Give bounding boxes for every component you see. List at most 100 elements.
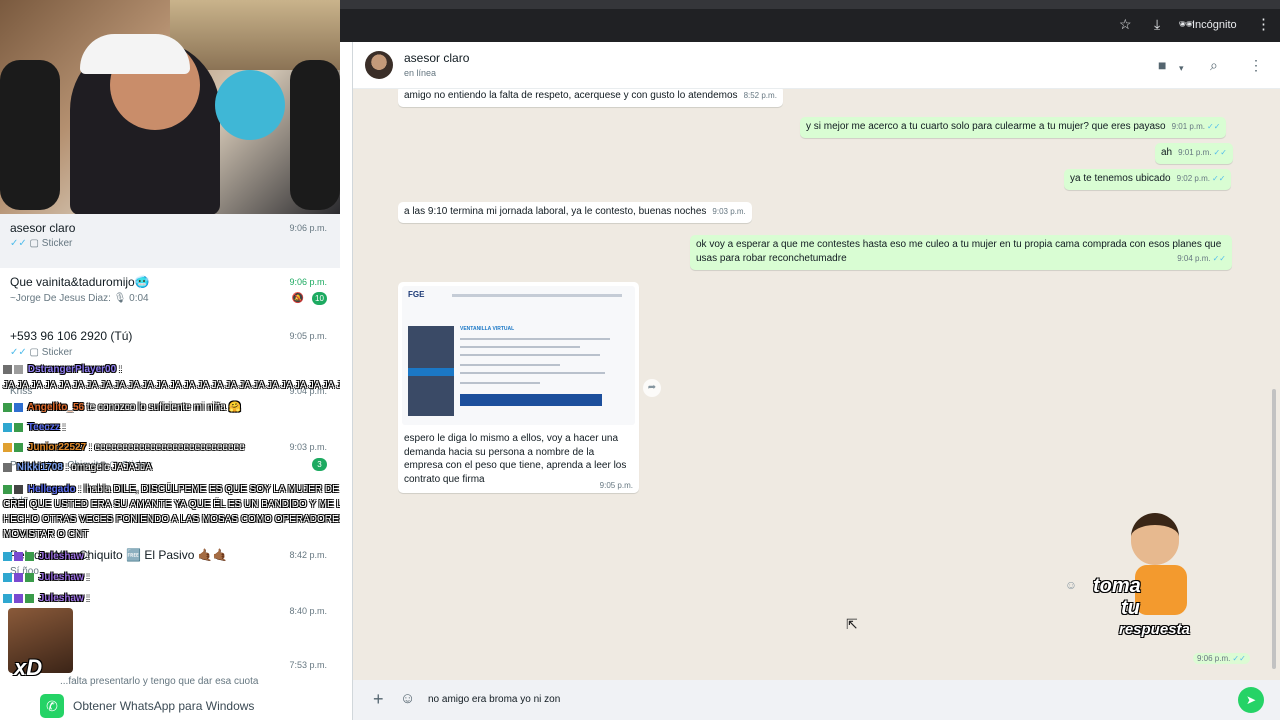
chat-item-pelado[interactable]: 9:03 p.m. Pelado Wbo Chiquito: ▢ Sticker…: [0, 430, 340, 484]
forward-icon[interactable]: ➦: [643, 379, 661, 397]
read-ticks-icon: ✓✓: [1232, 654, 1246, 663]
chat-time: 7:53 p.m.: [289, 660, 327, 670]
message-outgoing[interactable]: y si mejor me acerco a tu cuarto solo pa…: [800, 117, 1227, 138]
stream-chat-line: JA JA JA JA JA JA JA JA JA JA JA JA JA J…: [3, 380, 363, 391]
fge-logo: FGE: [408, 290, 425, 299]
message-outgoing[interactable]: ah 9:01 p.m. ✓✓: [1155, 143, 1233, 164]
conversation-header[interactable]: asesor claro en línea ■ ▾ ⌕ ⋮: [353, 42, 1280, 89]
sticker-text: toma: [1093, 575, 1141, 597]
get-whatsapp-label: Obtener WhatsApp para Windows: [73, 699, 255, 713]
webcam-overlay: [0, 0, 340, 214]
emoji-reaction-icon[interactable]: ☺: [1063, 577, 1079, 593]
incognito-indicator[interactable]: 🕶Incógnito: [1178, 16, 1237, 33]
chat-preview: ...falta presentarlo y tengo que dar esa…: [60, 676, 259, 687]
contact-status: en línea: [404, 68, 437, 78]
chat-item-asesor-claro[interactable]: asesor claro 9:06 p.m. ✓✓ ▢ Sticker: [0, 214, 340, 268]
chat-time: 9:06 p.m.: [289, 277, 327, 287]
get-whatsapp-windows-link[interactable]: ✆ Obtener WhatsApp para Windows: [0, 690, 340, 720]
message-area[interactable]: amigo no entiendo la falta de respeto, a…: [353, 89, 1280, 680]
stream-chat-line: Juleshaw :: [3, 593, 89, 604]
stream-chat-line: Juleshaw :: [3, 572, 89, 583]
stream-chat-line: Juleshaw :: [3, 551, 89, 562]
stream-chat-line: Junior22527 : eeeeeeeeeeeeeeeeeeeeeeeeee…: [3, 442, 245, 453]
attach-plus-icon[interactable]: +: [373, 689, 384, 710]
chat-name: asesor claro: [10, 221, 76, 235]
badge-icon: [14, 442, 23, 452]
badge-icon: [3, 484, 12, 494]
send-icon: ➤: [1245, 693, 1257, 707]
read-ticks-icon: ✓✓: [1213, 148, 1227, 157]
contact-avatar[interactable]: [365, 51, 393, 79]
message-incoming[interactable]: a las 9:10 termina mi jornada laboral, y…: [398, 202, 752, 223]
search-icon[interactable]: ⌕: [1210, 57, 1218, 73]
muted-icon: 🔕: [291, 293, 304, 304]
mouse-cursor-icon: ⇱: [846, 616, 858, 632]
badge-icon: [3, 364, 12, 374]
bookmark-star-icon[interactable]: ☆: [1119, 16, 1132, 32]
message-time: 9:05 p.m.: [599, 481, 633, 490]
screenshot-title: VENTANILLA VIRTUAL: [460, 326, 515, 332]
browser-menu-icon[interactable]: ⋮: [1256, 15, 1271, 33]
panel-divider: [340, 42, 353, 720]
badge-icon: [3, 422, 12, 432]
badge-icon: [14, 484, 23, 494]
chat-time: 8:40 p.m.: [289, 606, 327, 616]
chat-preview: ~Jorge De Jesus Diaz: 🎙 0:04: [10, 293, 149, 304]
message-draft: no amigo era broma yo ni zon: [428, 694, 561, 705]
sticker-time: 9:06 p.m. ✓✓: [1193, 653, 1250, 664]
message-scrollbar[interactable]: [1272, 389, 1276, 669]
chevron-down-icon[interactable]: ▾: [1179, 60, 1184, 76]
read-ticks-icon: ✓✓: [1212, 254, 1226, 263]
chat-time: 9:05 p.m.: [289, 331, 327, 341]
badge-icon: [14, 551, 23, 561]
contact-name[interactable]: asesor claro: [404, 51, 469, 65]
read-ticks-icon: ✓✓: [1211, 174, 1226, 183]
chat-preview: ✓✓ ▢ Sticker: [10, 347, 73, 358]
badge-icon: [3, 462, 12, 472]
chat-name: +593 96 106 2920 (Tú): [10, 329, 133, 343]
sticker-message[interactable]: toma tu respuesta: [1091, 505, 1231, 645]
badge-icon: [25, 572, 34, 582]
badge-icon: [3, 402, 12, 412]
badge-icon: [14, 422, 23, 432]
badge-icon: [25, 593, 34, 603]
chat-time: 9:06 p.m.: [289, 223, 327, 233]
message-incoming-image[interactable]: FGE VENTANILLA VIRTUAL espero le diga lo…: [398, 282, 639, 493]
message-incoming[interactable]: amigo no entiendo la falta de respeto, a…: [398, 89, 783, 107]
badge-icon: [14, 364, 23, 374]
send-button[interactable]: ➤: [1238, 687, 1264, 713]
badge-icon: [14, 572, 23, 582]
chat-item-group[interactable]: Que vainita&taduromijo🥶 9:06 p.m. ~Jorge…: [0, 268, 340, 322]
attached-screenshot-image[interactable]: FGE VENTANILLA VIRTUAL: [402, 286, 635, 425]
badge-icon: [3, 572, 12, 582]
incognito-icon: 🕶: [1178, 17, 1194, 31]
read-ticks-icon: ✓✓: [10, 238, 27, 249]
read-ticks-icon: ✓✓: [10, 347, 27, 358]
unread-badge: 10: [312, 292, 327, 305]
sticker-icon: ▢: [29, 347, 39, 358]
tab-strip: [340, 0, 1280, 9]
sticker-icon: ▢: [29, 238, 39, 249]
video-call-icon[interactable]: ■: [1158, 57, 1166, 73]
message-composer: + ☺ no amigo era broma yo ni zon ➤: [353, 680, 1280, 720]
emoji-sticker-icon[interactable]: ☺: [400, 690, 415, 707]
meme-emote-text: xD: [14, 655, 43, 680]
download-icon[interactable]: ⤓: [1154, 16, 1160, 32]
badge-icon: [3, 551, 12, 561]
chat-preview: ✓✓ ▢ Sticker: [10, 238, 73, 249]
chat-item-pelado-pasivo[interactable]: Pelado Wbo Chiquito 🆓 El Pasivo 🤙🏾🤙🏾 8:4…: [0, 538, 340, 592]
menu-icon[interactable]: ⋮: [1249, 57, 1263, 73]
message-outgoing[interactable]: ok voy a esperar a que me contestes hast…: [690, 235, 1232, 270]
stream-chat-line: Nikki1708 : omagelc JAJAJJA: [3, 462, 152, 473]
stream-chat-line: DstrangerPlayer00 :: [3, 364, 122, 375]
message-outgoing[interactable]: ya te tenemos ubicado 9:02 p.m. ✓✓: [1064, 169, 1232, 190]
badge-icon: [3, 593, 12, 603]
stream-chat-line: Angelito_56 te conozco lo suficiente mi …: [3, 402, 241, 413]
message-input[interactable]: no amigo era broma yo ni zon: [423, 686, 1223, 714]
stream-chat-line: Teeczz :: [3, 422, 65, 433]
sticker-text: tu: [1121, 597, 1140, 619]
sticker-text: respuesta: [1119, 621, 1190, 638]
incognito-label: Incógnito: [1192, 19, 1237, 31]
chat-name: Que vainita&taduromijo🥶: [10, 275, 150, 289]
chat-time: 8:42 p.m.: [289, 550, 327, 560]
